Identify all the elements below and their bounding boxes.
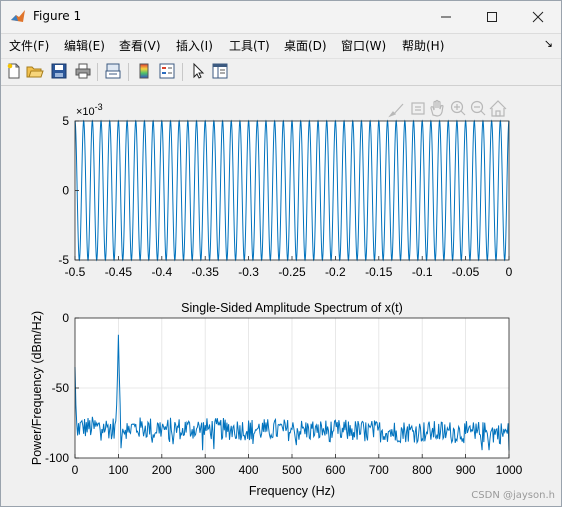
signal-x-tick-label: -0.2 [325, 265, 346, 279]
maximize-icon [487, 12, 497, 22]
spectrum-x-tick-label: 700 [369, 463, 389, 477]
data-tips-icon[interactable] [411, 102, 425, 115]
signal-x-tick-label: 0 [506, 265, 513, 279]
toolbar-separator [182, 63, 183, 81]
matlab-logo-icon [11, 10, 25, 22]
pointer-icon[interactable] [189, 62, 207, 80]
toolbar-separator [97, 63, 98, 81]
spectrum-y-tick-label: -100 [45, 451, 69, 465]
signal-exponent-label: ×10-3 [76, 102, 103, 118]
menu-overflow-arrow-icon[interactable]: ↘ [544, 37, 553, 50]
close-button[interactable] [515, 1, 561, 33]
spectrum-y-tick-label: -50 [52, 381, 70, 395]
spectrum-x-tick-label: 500 [282, 463, 302, 477]
spectrum-y-axis-label: Power/Frequency (dBm/Hz) [30, 311, 44, 465]
spectrum-x-tick-label: 0 [72, 463, 79, 477]
spectrum-x-tick-label: 1000 [496, 463, 523, 477]
spectrum-x-axis-label: Frequency (Hz) [249, 484, 335, 498]
menu-desktop[interactable]: 桌面(D) [284, 37, 327, 54]
spectrum-x-tick-label: 100 [108, 463, 128, 477]
menu-tools[interactable]: 工具(T) [229, 37, 270, 54]
signal-axes: -0.5 -0.45 -0.4 -0.35 -0.3 -0.25 -0.2 -0.15 -0.1… [58, 102, 512, 279]
minimize-icon [441, 16, 451, 18]
signal-plot-background [75, 121, 509, 260]
figure-toolbar [1, 58, 561, 86]
spectrum-x-tick-label: 800 [412, 463, 432, 477]
zoom-in-icon[interactable] [450, 100, 466, 116]
signal-x-tick-label: -0.45 [105, 265, 133, 279]
watermark-text: CSDN @jayson.h [471, 490, 555, 501]
figure-window: Figure 1 文件(F) 编辑(E) 查看(V) 插入(I) 工具(T) 桌… [0, 0, 562, 507]
brush-icon[interactable] [388, 103, 404, 118]
insert-legend-icon[interactable] [158, 62, 176, 80]
menu-edit[interactable]: 编辑(E) [64, 37, 105, 54]
axes-toolbar [388, 99, 507, 118]
signal-x-tick-label: -0.5 [65, 265, 86, 279]
menu-help[interactable]: 帮助(H) [402, 37, 444, 54]
toolbar-separator [128, 63, 129, 81]
signal-x-tick-label: -0.05 [452, 265, 480, 279]
insert-colorbar-icon[interactable] [135, 62, 153, 80]
spectrum-x-tick-label: 200 [152, 463, 172, 477]
spectrum-x-tick-label: 600 [325, 463, 345, 477]
menu-view[interactable]: 查看(V) [119, 37, 161, 54]
signal-x-tick-label: -0.3 [238, 265, 259, 279]
spectrum-x-tick-label: 400 [239, 463, 259, 477]
spectrum-x-tick-label: 900 [456, 463, 476, 477]
new-figure-icon[interactable] [5, 62, 23, 80]
spectrum-y-tick-label: 0 [62, 311, 69, 325]
menu-bar: 文件(F) 编辑(E) 查看(V) 插入(I) 工具(T) 桌面(D) 窗口(W… [1, 34, 561, 56]
pan-icon[interactable] [430, 99, 444, 117]
signal-y-tick-label: 5 [62, 114, 69, 128]
spectrum-x-tick-label: 300 [195, 463, 215, 477]
spectrum-title: Single-Sided Amplitude Spectrum of x(t) [181, 301, 403, 315]
signal-y-tick-label: -5 [58, 253, 69, 267]
spectrum-axes: Single-Sided Amplitude Spectrum of x(t) … [30, 301, 523, 498]
signal-x-tick-label: -0.15 [365, 265, 393, 279]
minimize-button[interactable] [423, 1, 469, 33]
close-icon [532, 11, 544, 23]
figure-canvas: -0.5 -0.45 -0.4 -0.35 -0.3 -0.25 -0.2 -0.15 -0.1… [30, 99, 523, 498]
signal-x-tick-label: -0.25 [278, 265, 306, 279]
window-title: Figure 1 [33, 9, 82, 23]
property-inspector-icon[interactable] [211, 62, 229, 80]
signal-x-tick-label: -0.35 [192, 265, 220, 279]
open-file-icon[interactable] [26, 62, 44, 80]
menu-insert[interactable]: 插入(I) [176, 37, 213, 54]
save-icon[interactable] [50, 62, 68, 80]
signal-x-tick-label: -0.4 [151, 265, 172, 279]
zoom-out-icon[interactable] [470, 100, 486, 116]
restore-view-icon[interactable] [489, 100, 507, 117]
maximize-button[interactable] [469, 1, 515, 33]
signal-x-tick-label: -0.1 [412, 265, 433, 279]
signal-y-tick-label: 0 [62, 184, 69, 198]
menu-window[interactable]: 窗口(W) [341, 37, 386, 54]
print-icon[interactable] [74, 62, 92, 80]
link-icon[interactable] [104, 62, 122, 80]
title-bar: Figure 1 [1, 1, 561, 34]
menu-file[interactable]: 文件(F) [9, 37, 49, 54]
